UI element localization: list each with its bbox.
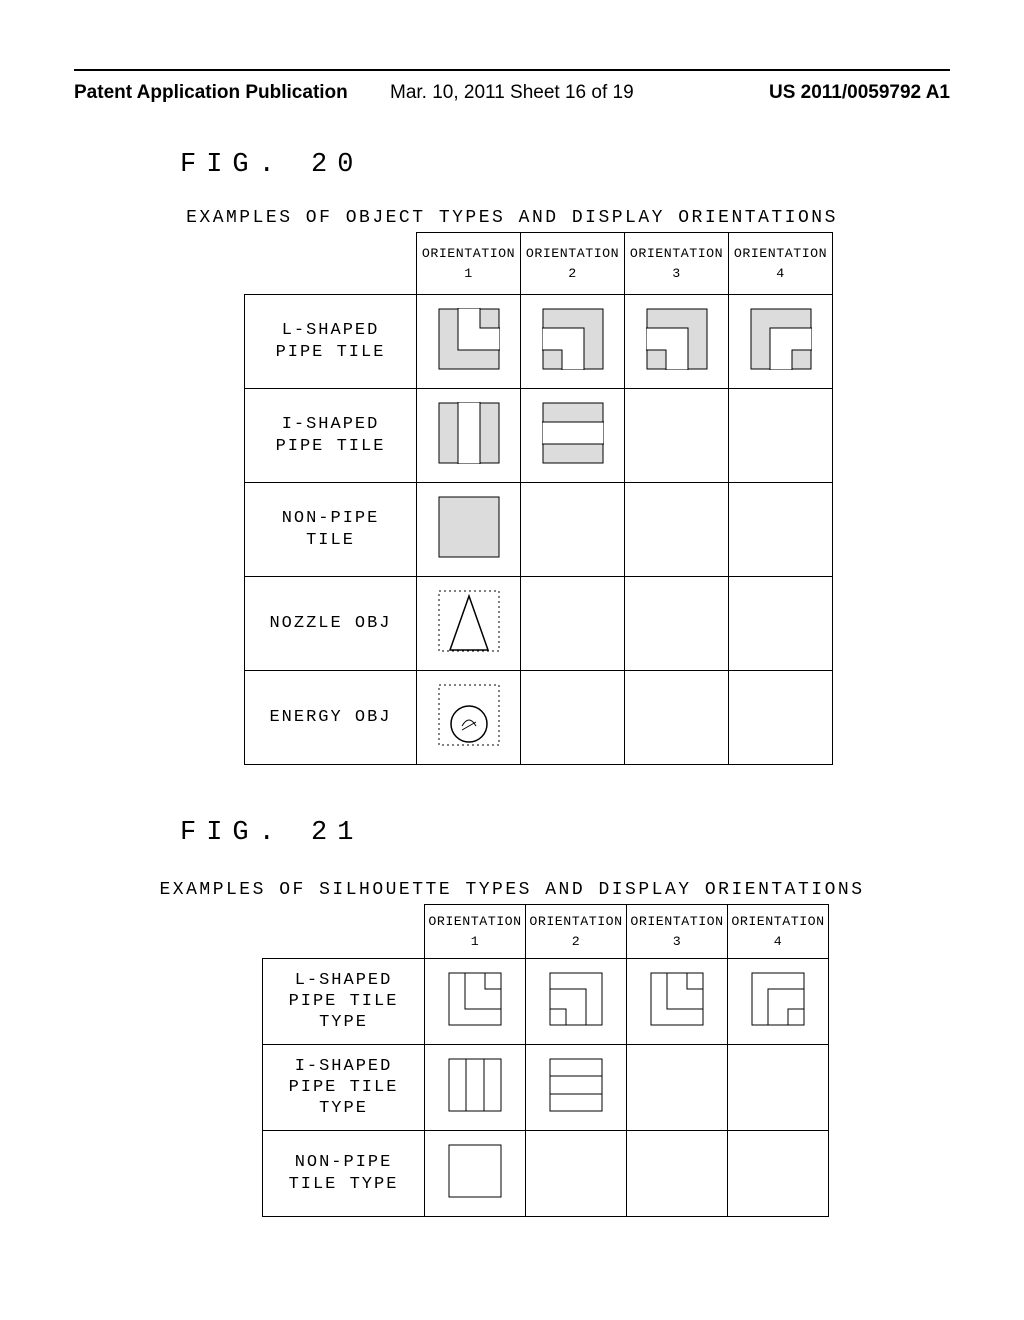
cell xyxy=(521,389,625,483)
col-header: ORIENTATION2 xyxy=(521,233,625,295)
i-silhouette-icon xyxy=(448,1058,502,1112)
cell xyxy=(417,671,521,765)
row-label: NON-PIPETILE xyxy=(245,483,417,577)
page: Patent Application Publication Mar. 10, … xyxy=(0,0,1024,1320)
cell xyxy=(417,295,521,389)
i-pipe-tile-icon xyxy=(542,402,604,464)
nozzle-icon xyxy=(438,590,500,652)
row-label: NOZZLE OBJ xyxy=(245,577,417,671)
page-header: Patent Application Publication Mar. 10, … xyxy=(74,82,950,104)
cell xyxy=(627,1045,728,1131)
row-label: L-SHAPEDPIPE TILETYPE xyxy=(263,959,425,1045)
col-header: ORIENTATION4 xyxy=(728,905,829,959)
cell xyxy=(625,577,729,671)
figure-21-caption: EXAMPLES OF SILHOUETTE TYPES AND DISPLAY… xyxy=(0,880,1024,900)
table-row: I-SHAPEDPIPE TILETYPE xyxy=(263,1045,829,1131)
cell xyxy=(627,1131,728,1217)
cell xyxy=(625,389,729,483)
cell xyxy=(425,1131,526,1217)
cell xyxy=(729,671,833,765)
cell xyxy=(417,483,521,577)
table-header-row: ORIENTATION1 ORIENTATION2 ORIENTATION3 O… xyxy=(245,233,833,295)
cell xyxy=(425,959,526,1045)
cell xyxy=(526,959,627,1045)
figure-21-table: ORIENTATION1 ORIENTATION2 ORIENTATION3 O… xyxy=(262,904,829,1217)
cell xyxy=(521,295,625,389)
l-silhouette-icon xyxy=(751,972,805,1026)
non-pipe-tile-icon xyxy=(438,496,500,558)
cell xyxy=(625,295,729,389)
l-silhouette-icon xyxy=(549,972,603,1026)
figure-20-table: ORIENTATION1 ORIENTATION2 ORIENTATION3 O… xyxy=(244,232,833,765)
cell xyxy=(627,959,728,1045)
row-label: I-SHAPEDPIPE TILE xyxy=(245,389,417,483)
header-middle: Mar. 10, 2011 Sheet 16 of 19 xyxy=(390,82,634,104)
col-header: ORIENTATION2 xyxy=(526,905,627,959)
cell xyxy=(728,959,829,1045)
header-left: Patent Application Publication xyxy=(74,82,348,103)
header-right: US 2011/0059792 A1 xyxy=(769,82,950,104)
row-label: L-SHAPEDPIPE TILE xyxy=(245,295,417,389)
cell xyxy=(521,483,625,577)
cell xyxy=(417,577,521,671)
table-row: NOZZLE OBJ xyxy=(245,577,833,671)
l-silhouette-icon xyxy=(448,972,502,1026)
cell xyxy=(729,483,833,577)
figure-20-label: FIG. 20 xyxy=(180,150,363,180)
cell xyxy=(729,577,833,671)
table-row: NON-PIPETILE xyxy=(245,483,833,577)
table-header-row: ORIENTATION1 ORIENTATION2 ORIENTATION3 O… xyxy=(263,905,829,959)
cell xyxy=(728,1045,829,1131)
table-row: I-SHAPEDPIPE TILE xyxy=(245,389,833,483)
row-label: I-SHAPEDPIPE TILETYPE xyxy=(263,1045,425,1131)
cell xyxy=(425,1045,526,1131)
cell xyxy=(521,577,625,671)
table-corner xyxy=(263,905,425,959)
cell xyxy=(521,671,625,765)
i-silhouette-icon xyxy=(549,1058,603,1112)
col-header: ORIENTATION3 xyxy=(627,905,728,959)
cell xyxy=(729,389,833,483)
table-row: L-SHAPEDPIPE TILE xyxy=(245,295,833,389)
cell xyxy=(625,671,729,765)
cell xyxy=(526,1045,627,1131)
cell xyxy=(728,1131,829,1217)
cell xyxy=(417,389,521,483)
col-header: ORIENTATION3 xyxy=(625,233,729,295)
l-pipe-tile-icon xyxy=(438,308,500,370)
table-row: ENERGY OBJ xyxy=(245,671,833,765)
l-pipe-tile-icon xyxy=(542,308,604,370)
table-row: L-SHAPEDPIPE TILETYPE xyxy=(263,959,829,1045)
col-header: ORIENTATION1 xyxy=(417,233,521,295)
figure-20-caption: EXAMPLES OF OBJECT TYPES AND DISPLAY ORI… xyxy=(0,208,1024,228)
row-label: ENERGY OBJ xyxy=(245,671,417,765)
row-label: NON-PIPETILE TYPE xyxy=(263,1131,425,1217)
cell xyxy=(729,295,833,389)
energy-icon xyxy=(438,684,500,746)
figure-21-label: FIG. 21 xyxy=(180,818,363,848)
cell xyxy=(526,1131,627,1217)
col-header: ORIENTATION1 xyxy=(425,905,526,959)
table-corner xyxy=(245,233,417,295)
header-rule xyxy=(74,69,950,71)
l-pipe-tile-icon xyxy=(750,308,812,370)
i-pipe-tile-icon xyxy=(438,402,500,464)
non-pipe-silhouette-icon xyxy=(448,1144,502,1198)
l-pipe-tile-icon xyxy=(646,308,708,370)
cell xyxy=(625,483,729,577)
l-silhouette-icon xyxy=(650,972,704,1026)
table-row: NON-PIPETILE TYPE xyxy=(263,1131,829,1217)
col-header: ORIENTATION4 xyxy=(729,233,833,295)
